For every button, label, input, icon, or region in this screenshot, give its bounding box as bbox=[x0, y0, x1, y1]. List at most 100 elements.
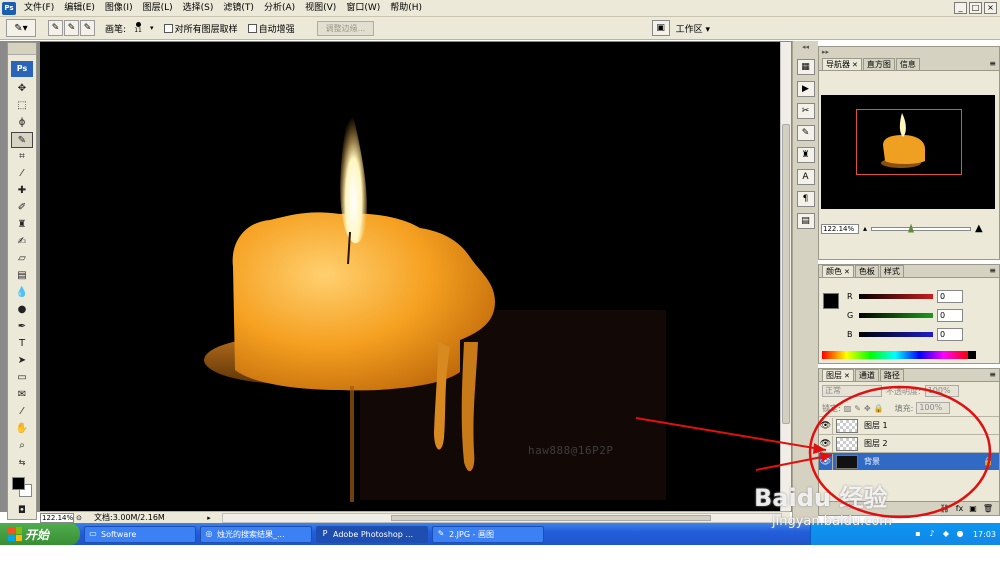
taskbar-clock[interactable]: 17:03 bbox=[973, 530, 996, 539]
new-selection-icon[interactable]: ✎ bbox=[48, 20, 63, 36]
lasso-tool-icon[interactable]: ϕ bbox=[11, 115, 33, 131]
photoshop-logo[interactable]: Ps bbox=[11, 61, 33, 77]
tab-paths[interactable]: 路径 bbox=[879, 369, 904, 381]
notes-tool-icon[interactable]: ✉ bbox=[11, 387, 33, 403]
navigator-zoom-field[interactable]: 122.14% bbox=[821, 223, 859, 234]
network-icon[interactable]: ▪ bbox=[913, 529, 923, 539]
menu-image[interactable]: 图像(I) bbox=[100, 0, 138, 17]
workspace-button[interactable]: 工作区 ▾ bbox=[676, 22, 710, 35]
status-info-icon[interactable]: ⊙ bbox=[74, 514, 84, 522]
sample-all-layers-toggle[interactable]: 对所有图层取样 bbox=[163, 22, 238, 35]
taskbar-item-software[interactable]: ▭ Software bbox=[84, 525, 196, 543]
auto-enhance-checkbox[interactable] bbox=[247, 23, 257, 33]
vertical-scroll-thumb[interactable] bbox=[782, 124, 790, 424]
move-tool-icon[interactable]: ✥ bbox=[11, 81, 33, 97]
lock-pixels-icon[interactable]: ✎ bbox=[854, 404, 861, 413]
close-icon[interactable]: ✕ bbox=[844, 372, 850, 380]
zoom-tool-icon[interactable]: ⌕ bbox=[11, 438, 33, 454]
brush-dropdown-icon[interactable]: ▾ bbox=[150, 24, 154, 32]
menu-window[interactable]: 窗口(W) bbox=[341, 0, 385, 17]
shape-tool-icon[interactable]: ▭ bbox=[11, 370, 33, 386]
navigator-preview[interactable] bbox=[821, 95, 995, 209]
layer-name[interactable]: 图层 1 bbox=[864, 420, 888, 431]
fill-field[interactable]: 100% bbox=[916, 402, 951, 414]
vertical-scrollbar[interactable] bbox=[780, 42, 791, 511]
quick-selection-tool-icon[interactable]: ✎ bbox=[11, 132, 33, 148]
swap-colors-icon[interactable]: ⇆ bbox=[11, 455, 33, 471]
navigator-slider-knob[interactable] bbox=[908, 223, 915, 233]
tab-layers[interactable]: 图层 ✕ bbox=[822, 369, 854, 381]
crop-tool-icon[interactable]: ⌗ bbox=[11, 149, 33, 165]
tab-navigator[interactable]: 导航器 ✕ bbox=[822, 58, 862, 70]
layer-row-layer-2[interactable]: 👁 图层 2 bbox=[819, 434, 999, 452]
panel-menu-icon[interactable]: ≡ bbox=[989, 58, 999, 70]
tab-info[interactable]: 信息 bbox=[895, 58, 920, 70]
tool-presets-icon[interactable]: ✂ bbox=[796, 103, 815, 119]
channel-value-input[interactable]: 0 bbox=[937, 309, 963, 322]
quick-mask-icon[interactable]: ◘ bbox=[11, 503, 33, 519]
slice-tool-icon[interactable]: ⁄ bbox=[11, 166, 33, 182]
spectrum-black-swatch[interactable] bbox=[968, 351, 976, 359]
tab-color[interactable]: 颜色 ✕ bbox=[822, 265, 854, 277]
panel-menu-icon[interactable]: ≡ bbox=[989, 369, 999, 381]
eyedropper-tool-icon[interactable]: ⁄ bbox=[11, 404, 33, 420]
menu-select[interactable]: 选择(S) bbox=[178, 0, 219, 17]
taskbar-item-browser[interactable]: ◎ 烛光的搜索结果_... bbox=[200, 525, 312, 543]
bridge-icon[interactable]: ▣ bbox=[651, 20, 670, 36]
lock-position-icon[interactable]: ✥ bbox=[864, 404, 871, 413]
layer-comps-icon[interactable]: ▤ bbox=[796, 213, 815, 229]
toolbox-grip[interactable] bbox=[8, 43, 36, 55]
dock-collapse-icon[interactable]: ◂◂ bbox=[793, 41, 818, 53]
panel-grip[interactable]: ▸▸ bbox=[819, 47, 999, 58]
marquee-tool-icon[interactable]: ⬚ bbox=[11, 98, 33, 114]
hand-tool-icon[interactable]: ✋ bbox=[11, 421, 33, 437]
horizontal-scroll-thumb[interactable] bbox=[391, 514, 711, 521]
history-panel-icon[interactable]: ▦ bbox=[796, 59, 815, 75]
close-icon[interactable]: ✕ bbox=[852, 61, 858, 69]
brush-tool-icon[interactable]: ✐ bbox=[11, 200, 33, 216]
paragraph-panel-icon[interactable]: ¶ bbox=[796, 191, 815, 207]
actions-panel-icon[interactable]: ▶ bbox=[796, 81, 815, 97]
tab-swatches[interactable]: 色板 bbox=[854, 265, 879, 277]
menu-layer[interactable]: 图层(L) bbox=[138, 0, 178, 17]
tab-styles[interactable]: 样式 bbox=[879, 265, 904, 277]
close-icon[interactable]: ✕ bbox=[844, 268, 850, 276]
volume-icon[interactable]: ♪ bbox=[927, 529, 937, 539]
tab-channels[interactable]: 通道 bbox=[854, 369, 879, 381]
navigator-view-box[interactable] bbox=[856, 109, 962, 175]
sample-all-layers-checkbox[interactable] bbox=[163, 23, 173, 33]
blur-tool-icon[interactable]: 💧 bbox=[11, 285, 33, 301]
zoom-in-icon[interactable]: ▲ bbox=[975, 223, 983, 234]
photoshop-app-icon[interactable]: Ps bbox=[2, 1, 16, 15]
character-panel-icon[interactable]: A bbox=[796, 169, 815, 185]
color-foreground-swatch[interactable] bbox=[823, 293, 839, 309]
lock-all-icon[interactable]: 🔒 bbox=[874, 404, 884, 413]
menu-edit[interactable]: 编辑(E) bbox=[59, 0, 100, 17]
gradient-tool-icon[interactable]: ▤ bbox=[11, 268, 33, 284]
eye-icon[interactable]: 👁 bbox=[819, 435, 833, 452]
brush-picker[interactable]: 11 bbox=[130, 19, 146, 37]
taskbar-item-paint[interactable]: ✎ 2.JPG - 画图 bbox=[432, 525, 544, 543]
start-button[interactable]: 开始 bbox=[0, 523, 80, 545]
menu-analysis[interactable]: 分析(A) bbox=[259, 0, 300, 17]
menu-help[interactable]: 帮助(H) bbox=[385, 0, 427, 17]
horizontal-scrollbar[interactable] bbox=[222, 512, 782, 523]
zoom-out-icon[interactable]: ▴ bbox=[863, 224, 867, 233]
clone-stamp-icon[interactable]: ♜ bbox=[11, 217, 33, 233]
subtract-selection-icon[interactable]: ✎ bbox=[80, 20, 95, 36]
channel-value-input[interactable]: 0 bbox=[937, 328, 963, 341]
close-button[interactable]: × bbox=[984, 2, 997, 14]
channel-slider[interactable] bbox=[859, 332, 933, 337]
blend-mode-select[interactable]: 正常 bbox=[822, 385, 882, 397]
brushes-panel-icon[interactable]: ✎ bbox=[796, 125, 815, 141]
path-selection-icon[interactable]: ➤ bbox=[11, 353, 33, 369]
refine-edge-button[interactable]: 调整边缘... bbox=[316, 20, 375, 36]
layer-row-layer-1[interactable]: 👁 图层 1 bbox=[819, 416, 999, 434]
layer-name[interactable]: 图层 2 bbox=[864, 438, 888, 449]
dodge-tool-icon[interactable]: ● bbox=[11, 302, 33, 318]
layer-name[interactable]: 背景 bbox=[864, 456, 880, 467]
type-tool-icon[interactable]: T bbox=[11, 336, 33, 352]
channel-value-input[interactable]: 0 bbox=[937, 290, 963, 303]
history-brush-icon[interactable]: ✍ bbox=[11, 234, 33, 250]
taskbar-item-photoshop[interactable]: P Adobe Photoshop ... bbox=[316, 525, 428, 543]
